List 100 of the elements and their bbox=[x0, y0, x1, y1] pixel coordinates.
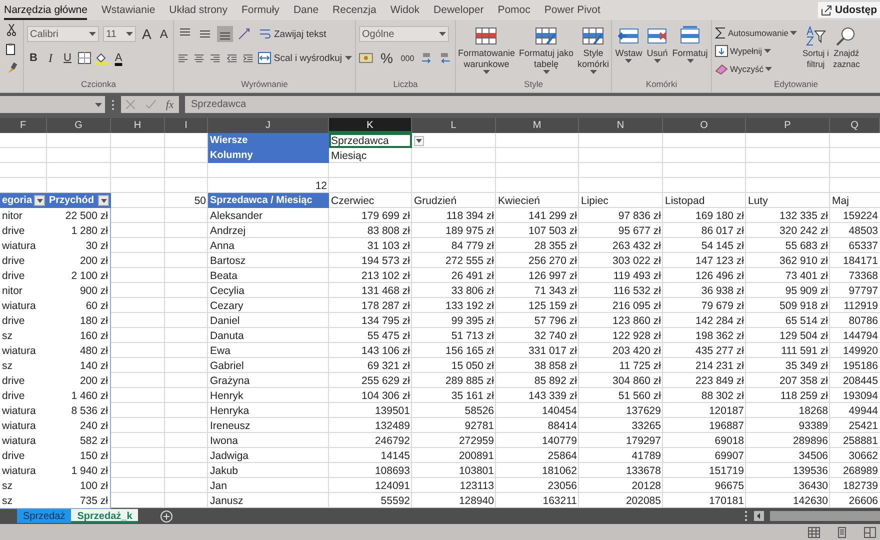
table-cell-text: 86 017 zł bbox=[700, 224, 745, 238]
paste-icon[interactable] bbox=[6, 43, 17, 55]
horizontal-scrollbar[interactable] bbox=[770, 511, 880, 521]
pivot-header: Sprzedawca / Miesiąc bbox=[208, 193, 329, 208]
splitter-icon[interactable] bbox=[744, 510, 748, 522]
column-header[interactable]: N bbox=[579, 118, 663, 133]
table-cell-text: 134 795 zł bbox=[360, 314, 411, 328]
table-cell-text: 272 555 zł bbox=[444, 254, 495, 268]
table-cell-text: 15 050 zł bbox=[450, 358, 495, 373]
ribbon-tab[interactable]: Wstawianie bbox=[101, 0, 156, 20]
table-cell-text: 25864 bbox=[546, 448, 578, 463]
column-header[interactable]: M bbox=[496, 118, 579, 133]
column-header[interactable]: G bbox=[47, 118, 111, 133]
decimal-icon[interactable] bbox=[438, 52, 452, 64]
column-header[interactable]: Q bbox=[830, 118, 880, 133]
page-layout-icon[interactable] bbox=[836, 526, 848, 538]
sort-filter-icon bbox=[804, 26, 827, 46]
wrap-text-button[interactable]: Zawijaj tekst bbox=[259, 26, 326, 42]
cells-button[interactable]: Wstaw bbox=[614, 25, 644, 64]
vertical-align-icon[interactable] bbox=[217, 26, 233, 42]
ribbon-tab[interactable]: Deweloper bbox=[434, 0, 484, 20]
scroll-left-icon[interactable] bbox=[754, 511, 764, 521]
style-button[interactable]: Formatuj jako tabelę bbox=[518, 25, 575, 75]
ribbon-tab[interactable]: Recenzja bbox=[332, 0, 376, 20]
style-button[interactable]: Style komórki bbox=[576, 25, 610, 75]
table-cell-text: 38 858 zł bbox=[533, 358, 578, 373]
sheet-tab[interactable]: Sprzedaż_k bbox=[71, 509, 138, 523]
cells-button[interactable]: Usuń bbox=[645, 25, 670, 64]
underline-button[interactable]: U bbox=[61, 52, 74, 64]
shrink-font-button[interactable]: A bbox=[158, 27, 170, 41]
table-cell-text: 126 997 zł bbox=[528, 268, 578, 283]
column-header[interactable]: J bbox=[208, 118, 329, 133]
grow-font-button[interactable]: A bbox=[140, 26, 154, 42]
normal-view-icon[interactable] bbox=[808, 526, 820, 538]
table-cell: drive bbox=[0, 253, 47, 269]
caret-icon bbox=[765, 67, 772, 71]
add-sheet-icon[interactable] bbox=[160, 510, 174, 522]
field-value: Ogólne bbox=[362, 28, 394, 40]
percent-button[interactable]: % bbox=[378, 50, 395, 66]
row-label: Aleksander bbox=[209, 208, 264, 223]
find-button[interactable]: Znajdź zaznac bbox=[832, 25, 861, 71]
table-cell-text: 320 242 zł bbox=[778, 224, 829, 238]
table-cell-text: 208445 bbox=[842, 374, 879, 388]
filter-button[interactable] bbox=[34, 195, 45, 206]
italic-button[interactable]: I bbox=[44, 50, 57, 66]
clear-button[interactable]: Wyczyść bbox=[715, 61, 798, 77]
table-cell-text: 303 022 zł bbox=[612, 254, 662, 268]
sheet-tab[interactable]: Sprzedaż bbox=[17, 509, 72, 523]
insert-function-button[interactable]: fx bbox=[166, 98, 174, 110]
page-break-icon[interactable] bbox=[864, 526, 876, 538]
fill-color-icon[interactable] bbox=[95, 52, 108, 64]
merge-center-button[interactable]: Scal i wyśrodkuj bbox=[258, 50, 352, 66]
column-header[interactable]: I bbox=[165, 118, 208, 133]
header-text: Przychód bbox=[49, 195, 94, 206]
scissors-icon[interactable] bbox=[7, 24, 16, 36]
dropdown-button[interactable] bbox=[414, 136, 424, 146]
style-button[interactable]: Formatowanie warunkowe bbox=[456, 25, 516, 75]
splitter-icon[interactable] bbox=[111, 98, 115, 110]
number-format-field[interactable]: Ogólne bbox=[359, 26, 449, 42]
filter-button[interactable] bbox=[98, 195, 109, 206]
font-name-field[interactable]: Calibri bbox=[27, 26, 100, 42]
sort-filter-button[interactable]: Sortuj i filtruj bbox=[801, 25, 830, 71]
thousands-button[interactable]: 000 bbox=[398, 54, 416, 62]
table-cell-text: 57 796 zł bbox=[533, 314, 578, 328]
ribbon-tab[interactable]: Narzędzia główne bbox=[4, 0, 88, 20]
cells-button[interactable]: Formatuj bbox=[671, 25, 709, 64]
autosum-button[interactable]: Autosumowanie bbox=[715, 25, 798, 41]
ribbon-tab[interactable]: Układ strony bbox=[169, 0, 228, 20]
table-cell-text: 140779 bbox=[540, 434, 578, 448]
merge-icon bbox=[258, 52, 271, 64]
table-cell-text: 36 938 zł bbox=[700, 284, 745, 298]
bold-button[interactable]: B bbox=[27, 52, 40, 64]
ribbon-tab[interactable]: Widok bbox=[390, 0, 420, 20]
table-cell-text: 143 106 zł bbox=[360, 344, 411, 358]
fill-button[interactable]: Wypełnij bbox=[715, 43, 798, 59]
column-header[interactable]: O bbox=[663, 118, 746, 133]
column-header[interactable]: F bbox=[0, 118, 47, 133]
row-label: Ewa bbox=[209, 344, 232, 358]
currency-icon[interactable] bbox=[359, 52, 375, 64]
ribbon-tab[interactable]: Pomoc bbox=[498, 0, 530, 20]
formula-field[interactable]: Sprzedawca bbox=[185, 96, 880, 113]
row-label: Danuta bbox=[209, 328, 245, 343]
column-header[interactable]: H bbox=[111, 118, 165, 133]
ribbon-tab[interactable]: Formuły bbox=[242, 0, 280, 20]
brush-icon[interactable] bbox=[6, 62, 16, 74]
column-header[interactable]: L bbox=[412, 118, 496, 133]
font-size-field[interactable]: 11 bbox=[103, 26, 136, 42]
caret-icon bbox=[36, 198, 42, 202]
table-cell: 22 500 zł bbox=[47, 208, 111, 224]
table-cell: 180 zł bbox=[47, 313, 111, 329]
table-cell: sz bbox=[0, 328, 47, 344]
column-header[interactable]: P bbox=[746, 118, 830, 133]
table-cell-text: 272959 bbox=[458, 434, 495, 448]
ribbon-tab[interactable]: Dane bbox=[293, 0, 319, 20]
ribbon-tab[interactable]: Power Pivot bbox=[544, 0, 600, 20]
border-icon[interactable] bbox=[78, 52, 91, 64]
row-label: Janusz bbox=[209, 494, 244, 508]
share-button[interactable]: Udostęp bbox=[818, 2, 880, 18]
font-color-button[interactable]: A bbox=[112, 52, 125, 64]
column-header[interactable]: K bbox=[329, 118, 412, 133]
